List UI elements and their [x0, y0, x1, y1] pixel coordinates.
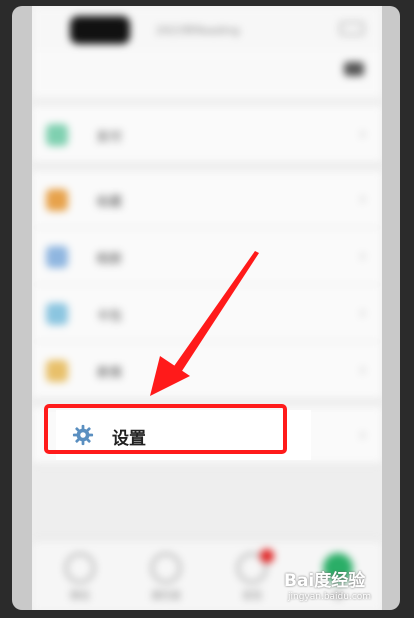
watermark-url: jingyan.baidu.com: [288, 592, 372, 602]
pointer-arrow: [150, 251, 259, 396]
watermark: Bai度经验 jingyan.baidu.com: [284, 562, 394, 608]
watermark-logo: Bai度经验: [284, 571, 366, 591]
